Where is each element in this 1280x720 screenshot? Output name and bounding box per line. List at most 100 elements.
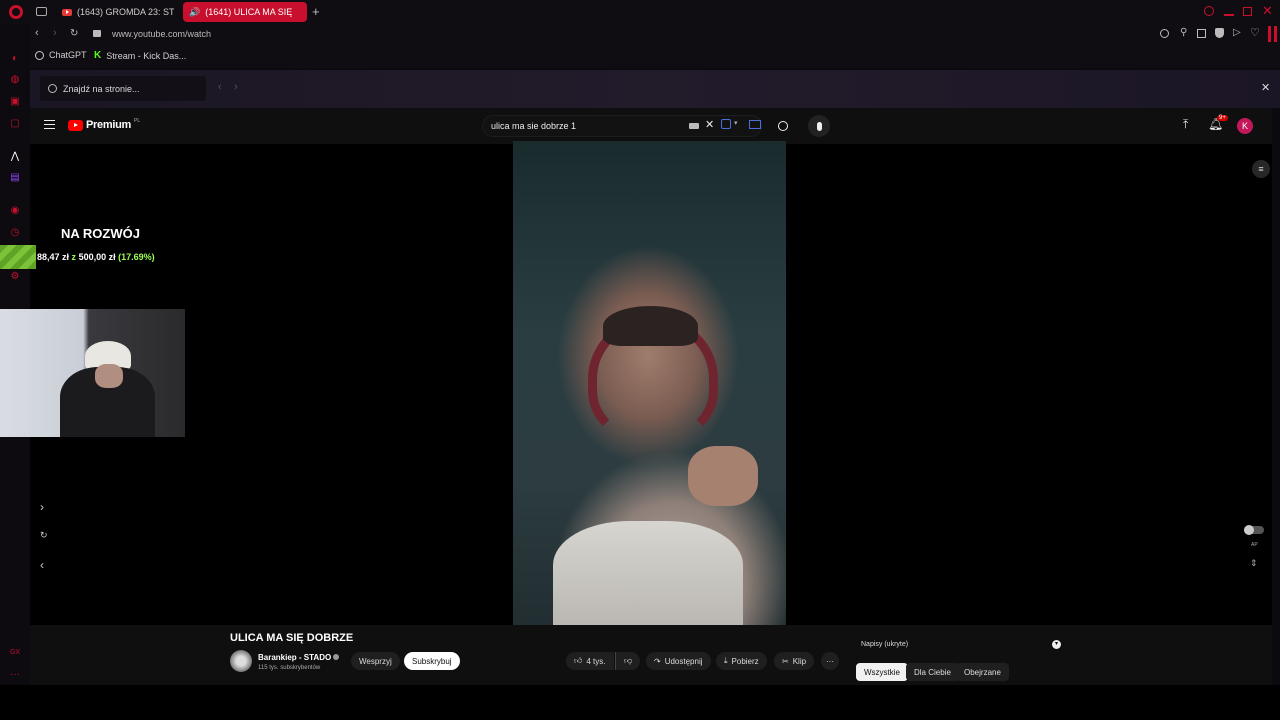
video-player[interactable]: [513, 141, 786, 625]
share-label: Udostępnij: [664, 656, 703, 666]
search-icon: [48, 84, 57, 93]
chip-label: Dla Ciebie: [914, 667, 951, 677]
bookmark-label: ChatGPT: [49, 50, 87, 60]
pin-icon[interactable]: ⚲: [1180, 27, 1187, 38]
heart-icon[interactable]: ♡: [1250, 26, 1260, 39]
gx-icon[interactable]: GX: [9, 647, 21, 659]
support-button[interactable]: Wesprzyj: [351, 652, 400, 670]
video-info-panel: ULICA MA SIĘ DOBRZE Barankiep - STADO 11…: [30, 625, 1272, 685]
subtitles-dropdown[interactable]: Napisy (ukryte) ▾: [856, 635, 1066, 653]
download-button[interactable]: ⤓ Pobierz: [716, 652, 767, 670]
amount-percent: (17.69%): [118, 252, 155, 262]
like-button[interactable]: 👍︎ 4 tys.: [566, 652, 614, 670]
clear-search-icon[interactable]: ✕: [705, 118, 714, 131]
tab-gromda[interactable]: (1643) GROMDA 23: STU: [56, 2, 174, 22]
instagram-icon[interactable]: ▢: [9, 118, 21, 130]
dislike-button[interactable]: 👎︎: [615, 652, 641, 670]
opera-logo-icon[interactable]: [9, 5, 23, 19]
search-input[interactable]: ulica ma sie dobrze 1: [482, 115, 762, 137]
keyboard-icon[interactable]: [689, 123, 699, 129]
donation-amount: 88,47 zł z 500,00 zł (17.69%): [37, 252, 155, 262]
sidebar-toggle-icon[interactable]: [1268, 26, 1271, 42]
snapshot-icon[interactable]: [1197, 29, 1206, 38]
maximize-button[interactable]: [1243, 7, 1252, 16]
clip-label: Klip: [792, 656, 807, 666]
search-button[interactable]: [772, 115, 794, 137]
messenger-icon[interactable]: ◍: [9, 74, 21, 86]
autoplay-toggle[interactable]: [1244, 525, 1264, 535]
more-actions-button[interactable]: ···: [821, 652, 839, 670]
youtube-page: Premium PL ulica ma sie dobrze 1 ✕ ▾ ⤒ 🔔…: [30, 108, 1272, 685]
channel-avatar[interactable]: [230, 650, 252, 672]
reload-icon[interactable]: ↻: [70, 28, 78, 39]
send-icon[interactable]: ▷: [1233, 27, 1241, 38]
sidebar-toggle-icon-2[interactable]: [1274, 26, 1277, 42]
chapters-icon[interactable]: ≡: [1252, 160, 1270, 178]
find-next-icon[interactable]: ›: [234, 81, 238, 93]
bottom-strip: [0, 685, 1280, 720]
chip-for-you[interactable]: Dla Ciebie: [906, 663, 959, 681]
back-icon[interactable]: ‹: [35, 27, 39, 39]
bookmark-kick[interactable]: K Stream - Kick Das...: [94, 50, 186, 61]
youtube-icon: [62, 8, 72, 16]
close-window-button[interactable]: ✕: [1262, 3, 1273, 19]
microphone-icon: [816, 121, 822, 131]
expand-icon[interactable]: ⇕: [1250, 558, 1258, 569]
forward-icon[interactable]: ›: [53, 27, 57, 39]
search-tabs-icon[interactable]: [1204, 6, 1214, 16]
arrow-icon[interactable]: ⋀: [9, 151, 21, 163]
tab-overview-icon[interactable]: [36, 7, 47, 16]
subscribe-button[interactable]: Subskrybuj: [404, 652, 460, 670]
video-title: ULICA MA SIĘ DOBRZE: [230, 632, 354, 644]
player-icon[interactable]: ◉: [9, 205, 21, 217]
tab-ulica[interactable]: 🔊 (1641) ULICA MA SIĘ: [183, 2, 307, 22]
translate-extension-icon[interactable]: [721, 119, 731, 129]
history-icon[interactable]: ◷: [9, 227, 21, 239]
face: [95, 364, 123, 388]
autoplay-label: AP: [1251, 542, 1258, 548]
shield-icon[interactable]: [1215, 28, 1224, 38]
find-previous-icon[interactable]: ‹: [218, 81, 222, 93]
more-icon[interactable]: ···: [9, 669, 21, 681]
download-icon: ⤓: [724, 656, 728, 665]
bookmark-label: Stream - Kick Das...: [106, 50, 187, 61]
scrollbar-track[interactable]: [1272, 118, 1280, 678]
chatgpt-icon: [35, 50, 44, 60]
menu-icon[interactable]: [44, 120, 55, 129]
create-icon[interactable]: ⤒: [1183, 117, 1188, 132]
aria-icon[interactable]: ◐: [9, 53, 21, 65]
amount-separator: z: [71, 252, 77, 262]
settings-icon[interactable]: ⚙: [9, 271, 21, 283]
refresh-icon[interactable]: ↻: [40, 530, 48, 541]
scissors-icon: ✂: [782, 656, 789, 666]
twitch-icon[interactable]: ▤: [9, 172, 21, 184]
channel-name[interactable]: Barankiep - STADO: [258, 653, 331, 662]
new-tab-button[interactable]: +: [312, 4, 320, 19]
lock-icon: [93, 30, 101, 37]
voice-search-button[interactable]: [808, 115, 830, 137]
address-bar: ‹ › ↻ www.youtube.com/watch ⚲ ▷ ♡: [30, 24, 1280, 46]
share-icon: ↷: [654, 656, 661, 666]
share-button[interactable]: ↷ Udostępnij: [646, 652, 711, 670]
bookmark-chatgpt[interactable]: ChatGPT: [35, 50, 87, 60]
url-field[interactable]: www.youtube.com/watch: [112, 29, 211, 39]
youtube-logo[interactable]: Premium PL: [68, 118, 140, 131]
shirt: [553, 521, 743, 625]
chevron-right-icon[interactable]: ›: [40, 500, 44, 514]
chip-watched[interactable]: Obejrzane: [956, 663, 1009, 681]
minimize-button[interactable]: [1224, 14, 1234, 16]
hand: [688, 446, 758, 506]
chevron-left-icon[interactable]: ‹: [40, 558, 44, 572]
search-value: ulica ma sie dobrze 1: [491, 121, 577, 131]
filter-extension-icon[interactable]: [749, 120, 761, 129]
chip-all[interactable]: Wszystkie: [856, 663, 908, 681]
avatar[interactable]: K: [1237, 118, 1253, 134]
whatsapp-icon[interactable]: ▣: [9, 96, 21, 108]
find-close-icon[interactable]: ✕: [1261, 81, 1270, 94]
chip-label: Wszystkie: [864, 667, 900, 677]
zoom-icon[interactable]: [1160, 29, 1169, 38]
extension-dropdown-icon[interactable]: ▾: [734, 119, 738, 127]
find-input[interactable]: Znajdź na stronie...: [40, 76, 206, 101]
clip-button[interactable]: ✂ Klip: [774, 652, 815, 670]
kick-icon: K: [94, 50, 102, 61]
